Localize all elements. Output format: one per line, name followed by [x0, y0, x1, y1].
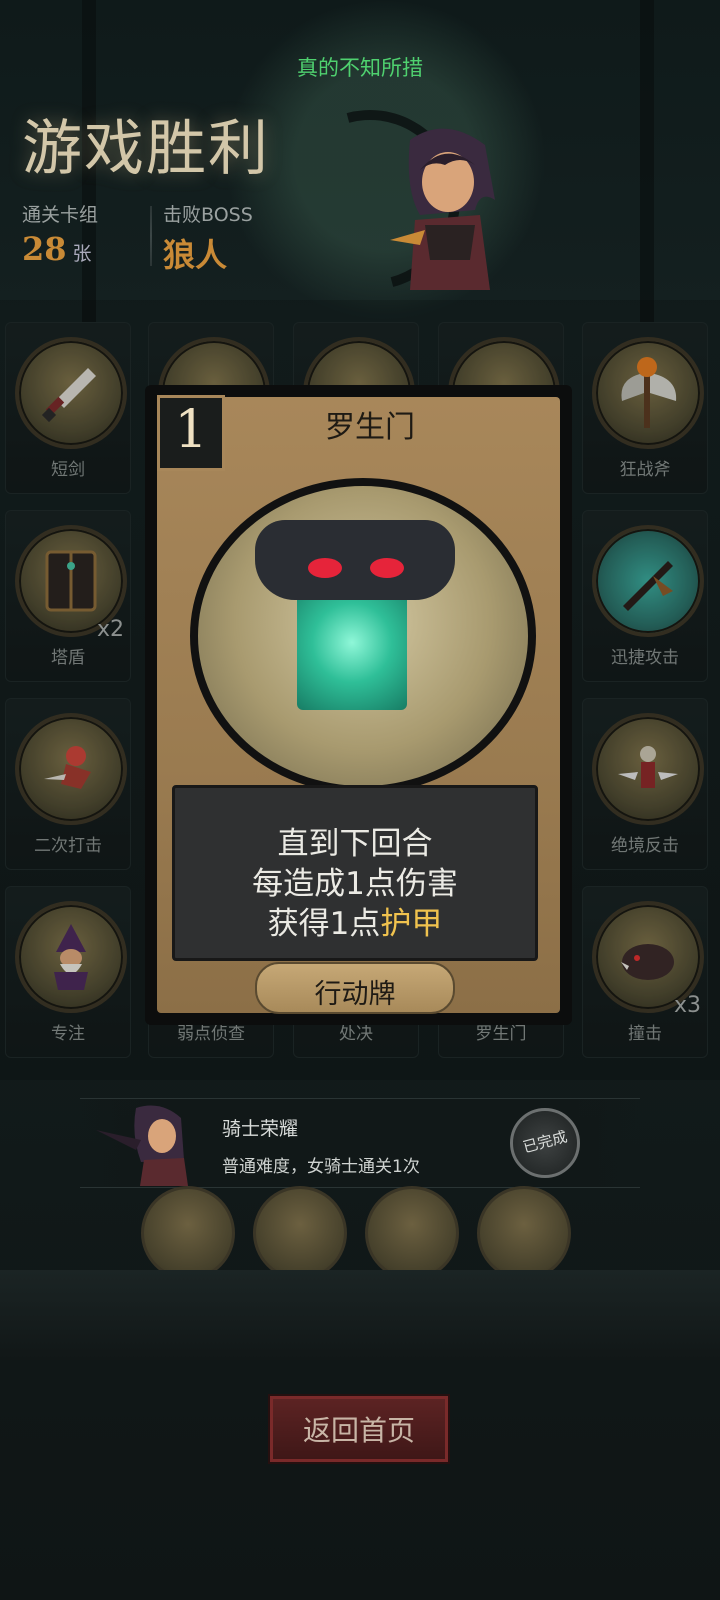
card-effect-line: 获得1点护甲 [172, 898, 538, 943]
achievement-description: 普通难度，女骑士通关1次 [222, 1157, 420, 1177]
card-effect-prefix: 获得1点 [267, 906, 381, 942]
treasure-icon[interactable] [141, 1186, 235, 1280]
card-effect-line: 直到下回合 [277, 826, 433, 862]
heroine-portrait [390, 128, 495, 290]
background-ground [0, 1270, 720, 1360]
deck-label: 通关卡组 [22, 204, 99, 226]
card-type-badge: 行动牌 [255, 962, 455, 1014]
cards-hand-icon[interactable] [365, 1186, 459, 1280]
card-art-demon-head [255, 520, 455, 600]
victory-subtitle: 真的不知所措 [297, 56, 423, 80]
demon-eye [308, 558, 342, 578]
achievement-title: 骑士荣耀 [222, 1118, 299, 1140]
stat-divider [150, 206, 152, 266]
deck-count-unit: 张 [72, 243, 92, 265]
card-effect-keyword: 护甲 [380, 906, 443, 942]
deck-count-value: 28 [22, 230, 67, 268]
demon-icon[interactable] [477, 1186, 571, 1280]
demon-eye [370, 558, 404, 578]
achievement-status: 已完成 [521, 1127, 570, 1157]
boss-name: 狼人 [163, 236, 228, 274]
achievement-avatar [96, 1105, 188, 1186]
return-home-label: 返回首页 [302, 1414, 415, 1447]
return-home-button[interactable]: 返回首页 [270, 1396, 448, 1462]
achievement-completed-stamp: 已完成 [510, 1108, 580, 1178]
card-cost-badge: 1 [157, 395, 225, 471]
boss-label: 击败BOSS [163, 204, 253, 226]
victory-screen: 真的不知所措 游戏胜利 通关卡组 28 张 击败BOSS 狼人 短剑 狂战斧 x… [0, 0, 720, 1600]
card-cost: 1 [174, 400, 208, 460]
card-effect-line: 每造成1点伤害 [252, 866, 458, 902]
page-title: 游戏胜利 [22, 114, 270, 184]
card-type: 行动牌 [314, 979, 396, 1010]
card-title: 罗生门 [325, 410, 415, 445]
deck-count: 28 张 [22, 230, 92, 268]
background-tree [640, 0, 654, 330]
chest-icon[interactable] [253, 1186, 347, 1280]
